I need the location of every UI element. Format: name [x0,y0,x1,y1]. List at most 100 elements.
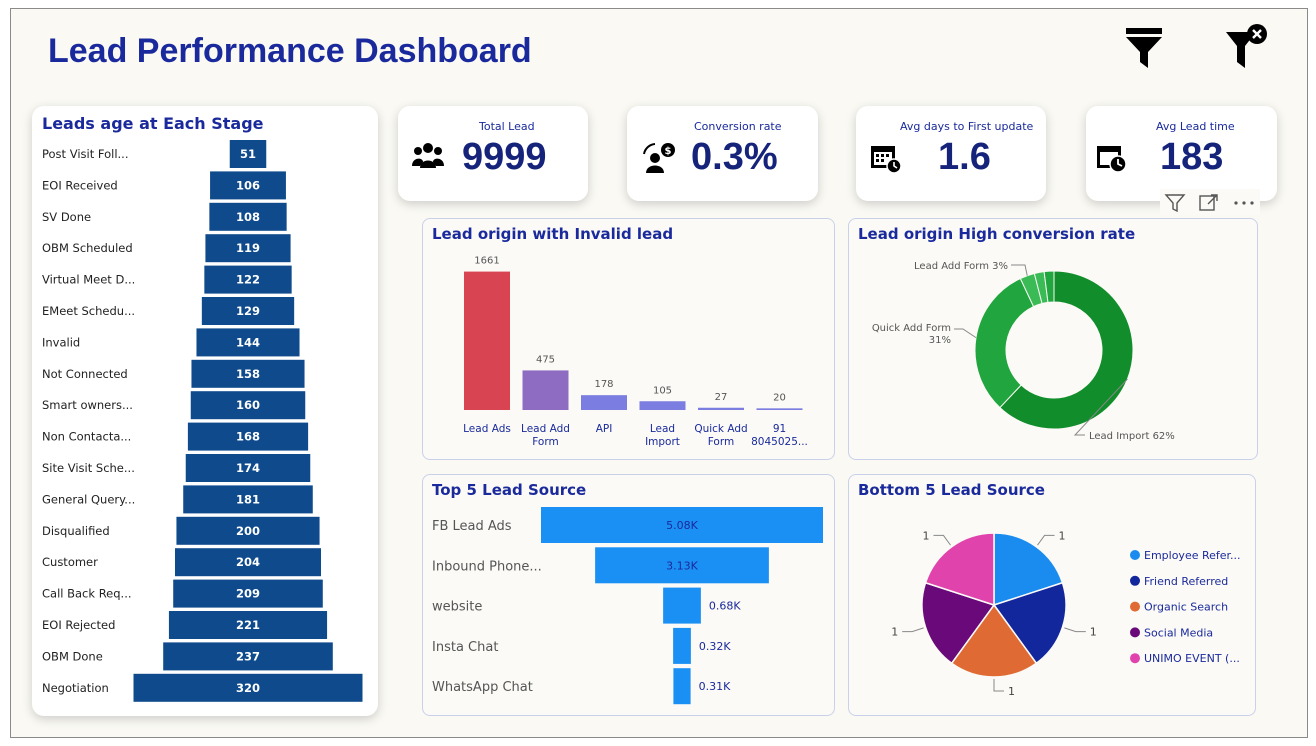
leader-line [933,534,951,546]
stage-value-label: 106 [236,178,260,192]
pie-value-label: 1 [891,626,898,639]
focus-mode-icon[interactable] [1198,192,1220,214]
stage-label: OBM Done [42,649,103,663]
svg-text:$: $ [665,146,672,157]
kpi-card-conversion-rate: Conversion rate $ 0.3% [627,106,818,201]
conversion-donut-chart: Lead Import 62% Quick Add Form31% Lead Add… [872,261,1175,442]
bottom5-pie-chart: 1 1 1 1 1 Employee Refer... Friend Referred Org… [891,529,1241,698]
invalid-category-label: Import [645,436,680,448]
invalid-category-label: Form [532,436,558,448]
pie-value-label: 1 [1059,529,1066,542]
stage-label: Site Visit Sche... [42,461,135,475]
filter-icon[interactable] [1164,192,1186,214]
stage-value-label: 122 [236,273,260,287]
kpi-value: 183 [1160,136,1224,178]
top5-value-label: 0.68K [709,600,741,613]
legend-label: Employee Refer... [1144,549,1241,562]
legend-label: Social Media [1144,626,1213,639]
donut-label: 31% [929,335,951,346]
kpi-card-avg-days-first-update: Avg days to First update 1.6 [856,106,1046,201]
stage-label: Call Back Req... [42,587,132,601]
leader-line [1011,264,1028,276]
leader-line [1064,627,1086,633]
legend-marker [1130,601,1140,612]
invalid-value-label: 105 [653,385,672,396]
kpi-card-avg-lead-time: Avg Lead time 183 [1086,106,1277,201]
stage-value-label: 158 [236,367,260,381]
top5-label: Insta Chat [432,640,498,655]
invalid-value-label: 27 [715,392,728,403]
more-options-icon[interactable] [1232,192,1256,214]
invalid-category-label: API [596,423,613,435]
invalid-bar [464,271,510,410]
invalid-value-label: 20 [773,392,786,403]
legend-marker [1130,550,1140,560]
stage-label: SV Done [42,210,91,224]
kpi-value: 1.6 [938,136,991,178]
stage-value-label: 221 [236,618,260,632]
donut-label: Quick Add Form [872,323,951,334]
invalid-category-label: Lead [650,423,675,435]
kpi-label: Total Lead [479,120,535,133]
kpi-card-total-lead: Total Lead 9999 [398,106,588,201]
leader-line [902,627,924,633]
stage-value-label: 181 [236,492,260,506]
person-money-icon: $ [643,143,675,173]
stage-value-label: 119 [236,241,260,255]
stage-value-label: 51 [240,147,256,161]
stage-value-label: 160 [236,398,260,412]
stage-label: OBM Scheduled [42,241,133,255]
top5-source-panel: Top 5 Lead Source FB Lead Ads 5.08K Inboun… [422,474,835,716]
stage-label: Not Connected [42,367,128,381]
clear-filter-icon[interactable] [1224,22,1270,72]
stage-label: Non Contacta... [42,430,131,444]
top5-bar [673,668,691,705]
top5-bar [663,587,701,624]
invalid-value-label: 1661 [474,256,499,267]
legend-marker [1130,575,1140,586]
bottom5-source-panel: Bottom 5 Lead Source 1 1 1 1 1 Employee Refer… [848,474,1256,716]
stage-value-label: 168 [236,430,260,444]
stage-label: Invalid [42,335,80,349]
kpi-value: 0.3% [691,136,778,178]
stage-value-label: 144 [236,335,260,349]
legend-marker [1130,627,1140,638]
top5-value-label: 3.13K [666,559,698,572]
stage-label: Disqualified [42,524,110,538]
top5-bar [673,627,691,664]
legend-label: UNIMO EVENT (... [1144,652,1240,665]
top5-value-label: 5.08K [666,519,698,532]
calendar-clock-icon [871,146,902,174]
top5-funnel-chart: FB Lead Ads 5.08K Inbound Phone... 3.13K web… [432,507,823,705]
top5-value-label: 0.32K [699,640,731,653]
stage-label: EMeet Schedu... [42,304,135,318]
funnel-filter-icon[interactable] [1124,26,1164,70]
invalid-bar [639,401,686,410]
invalid-lead-panel: Lead origin with Invalid lead 1661 Lead A… [422,218,835,460]
stage-value-label: 320 [236,681,260,695]
calendar-timer-icon [1097,146,1127,173]
invalid-value-label: 178 [594,379,613,390]
leader-line [954,328,977,339]
stage-value-label: 204 [236,555,260,569]
stage-value-label: 200 [236,524,260,538]
stage-label: Negotiation [42,681,109,695]
leader-line [1037,534,1055,546]
top5-label: Inbound Phone... [432,559,542,574]
stage-age-panel: Leads age at Each Stage Post Visit Foll.… [32,106,378,716]
visual-toolbar [1160,189,1260,215]
stage-value-label: 209 [236,587,260,601]
invalid-lead-bar-chart: 1661Lead Ads475Lead AddForm178API105Lead… [463,256,808,448]
legend-label: Organic Search [1144,601,1228,614]
stage-label: Customer [42,555,98,569]
invalid-category-label: 91 [773,423,786,435]
page-title: Lead Performance Dashboard [48,32,532,70]
stage-label: Virtual Meet D... [42,273,135,287]
top5-label: FB Lead Ads [432,519,512,534]
stage-value-label: 237 [236,649,260,663]
legend-marker [1130,653,1140,664]
stage-label: EOI Received [42,178,118,192]
stage-label: EOI Rejected [42,618,115,632]
invalid-category-label: 8045025... [751,436,808,448]
top5-label: website [432,600,482,615]
